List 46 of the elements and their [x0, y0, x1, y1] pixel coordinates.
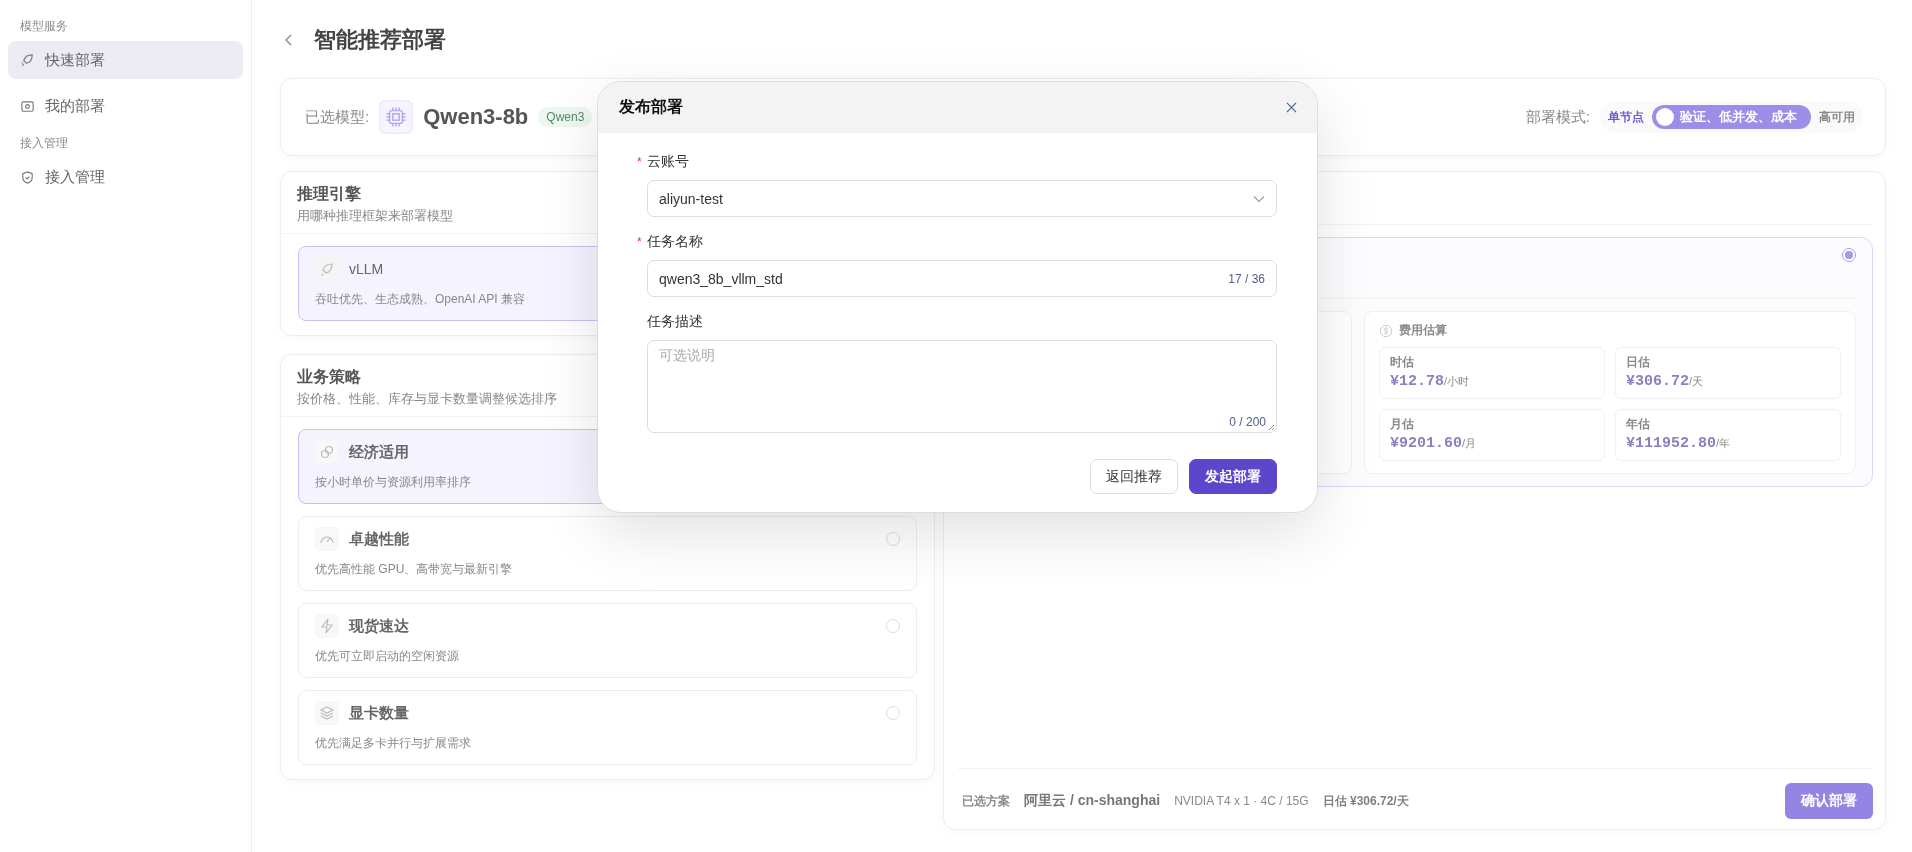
- cost-unit: /年: [1716, 437, 1731, 449]
- cost-unit: /月: [1462, 437, 1477, 449]
- section-heading: 模型服务: [19, 18, 69, 35]
- option-description: 吞吐优先、生态成熟、OpenAI API 兼容: [315, 291, 526, 308]
- option-title: 显卡数量: [349, 703, 409, 723]
- cost-title: 费用估算: [1399, 322, 1447, 339]
- cost-label: 月估: [1390, 416, 1415, 433]
- field-label: 任务名称: [646, 233, 703, 251]
- option-description: 按小时单价与资源利用率排序: [315, 474, 471, 491]
- section-heading: 接入管理: [19, 135, 69, 152]
- option-title: 卓越性能: [349, 529, 409, 549]
- dialog-title: 发布部署: [619, 97, 683, 117]
- cost-value: ¥12.78: [1390, 373, 1444, 390]
- option-description: 优先满足多卡并行与扩展需求: [315, 735, 471, 752]
- option-description: 优先高性能 GPU、高带宽与最新引擎: [315, 561, 513, 578]
- card-title: 业务策略: [297, 367, 361, 387]
- option-title: 经济适用: [349, 442, 409, 462]
- cost-value: ¥9201.60: [1390, 435, 1462, 452]
- card-title: 推理引擎: [297, 184, 361, 204]
- model-tag: Qwen3: [538, 107, 593, 127]
- option-description: 优先可立即启动的空闲资源: [315, 648, 459, 665]
- char-counter: 0 / 200: [1229, 415, 1266, 429]
- provider-region: 阿里云 / cn-shanghai: [1024, 792, 1161, 810]
- required-asterisk: *: [637, 155, 642, 169]
- card-subtitle: 按价格、性能、库存与显卡数量调整候选排序: [297, 390, 557, 408]
- daily-cost: 日估 ¥306.72/天: [1322, 792, 1409, 810]
- required-asterisk: *: [637, 235, 642, 249]
- option-title: 现货速达: [349, 616, 409, 636]
- cost-label: 日估: [1626, 354, 1651, 371]
- gpu-spec: NVIDIA T4 x 1 · 4C / 15G: [1174, 794, 1309, 808]
- model-label: 已选模型:: [305, 107, 370, 127]
- model-name: Qwen3-8b: [423, 104, 529, 130]
- cost-value: ¥306.72: [1626, 373, 1689, 390]
- cost-value: ¥111952.80: [1626, 435, 1716, 452]
- card-subtitle: 用哪种推理框架来部署模型: [297, 207, 453, 225]
- cost-label: 年估: [1626, 416, 1651, 433]
- field-label: 云账号: [646, 153, 689, 171]
- cost-label: 时估: [1390, 354, 1415, 371]
- field-label: 任务描述: [647, 313, 703, 331]
- mode-label: 部署模式:: [1525, 107, 1590, 127]
- option-title: vLLM: [349, 261, 384, 277]
- cost-unit: /小时: [1444, 375, 1470, 387]
- cost-unit: /天: [1689, 375, 1704, 387]
- char-counter: 17 / 36: [1228, 271, 1265, 286]
- page-title: 智能推荐部署: [314, 26, 446, 54]
- footer-label: 已选方案: [962, 792, 1010, 810]
